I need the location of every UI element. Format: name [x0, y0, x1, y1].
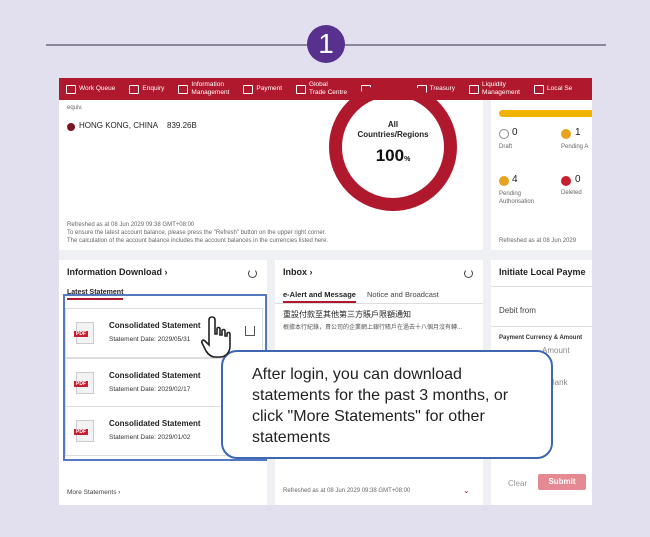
hand-cursor-icon: [200, 316, 231, 358]
pending-auth-icon: [499, 176, 509, 186]
initiate-payment-title: Initiate Local Payme: [499, 267, 586, 277]
nav-information-management[interactable]: Information Management: [171, 78, 236, 100]
inbox-refreshed: Refreshed as at 08 Jun 2029 09:38 GMT+08…: [283, 488, 411, 494]
donut-percent: 100%: [353, 146, 433, 166]
debit-from-field[interactable]: Debit from: [499, 306, 536, 315]
nav-enquiry[interactable]: Enquiry: [122, 78, 171, 100]
deleted-icon: [561, 176, 571, 186]
more-statements-link[interactable]: More Statements ›: [67, 489, 120, 496]
nav-liquidity-management[interactable]: Liquidity Management: [462, 78, 527, 100]
nav-local-services[interactable]: Local Se: [527, 78, 579, 100]
globe-icon: [296, 84, 307, 94]
message-preview: 根據本行紀錄，貴公司的企業網上銀行賬戶在過去十八個月沒有轉...: [283, 325, 463, 331]
building-icon: [534, 84, 544, 94]
pending-icon: [561, 129, 571, 139]
percent-value: 100: [375, 146, 405, 165]
pending-auth-label: Pending Authorisation: [499, 191, 535, 205]
balance-refreshed: Refreshed as at 08 Jun 2029 09:38 GMT+08…: [67, 222, 195, 228]
nav-payment[interactable]: Payment: [236, 78, 289, 100]
nav-label: Information Management: [191, 81, 230, 96]
deleted-count: 0: [575, 174, 581, 185]
tab-divider: [275, 303, 483, 304]
chevron-down-icon[interactable]: ⌄: [463, 486, 470, 495]
percent-suffix: %: [404, 156, 411, 163]
donut-label: All Countries/Regions: [357, 120, 429, 139]
refresh-icon[interactable]: [464, 269, 473, 278]
card-icon: [243, 84, 254, 94]
dollar-icon: [469, 84, 480, 94]
clear-button[interactable]: Clear: [508, 479, 527, 488]
submit-button[interactable]: Submit: [538, 474, 586, 490]
inbox-title[interactable]: Inbox ›: [283, 267, 313, 277]
balance-note-1: To ensure the latest account balance, pl…: [67, 230, 327, 236]
nav-label: Treasury: [429, 85, 456, 92]
draft-label: Draft: [499, 144, 513, 150]
nav-label: Enquiry: [142, 85, 165, 92]
pending-count: 1: [575, 127, 581, 138]
pending-label: Pending A: [561, 144, 589, 150]
folder-icon: [178, 84, 189, 94]
status-progress-bar: [499, 110, 592, 117]
step-badge: 1: [307, 25, 345, 63]
refresh-icon[interactable]: [248, 269, 257, 278]
status-panel: 0 Draft 1 Pending A 4 Pending Authorisat…: [491, 100, 592, 250]
nav-label: Work Queue: [79, 85, 116, 92]
account-balance-panel: equiv. HONG KONG, CHINA 839.26B All Coun…: [59, 83, 483, 250]
draft-count: 0: [512, 127, 518, 138]
nav-label: Local Se: [547, 85, 573, 92]
inbox-icon: [66, 84, 76, 94]
deleted-label: Deleted: [561, 190, 582, 196]
tab-e-alert[interactable]: e-Alert and Message: [283, 290, 356, 303]
nav-label: Global Trade Centre: [309, 81, 348, 96]
information-download-title[interactable]: Information Download ›: [67, 267, 168, 277]
nav-global-trade-centre[interactable]: Global Trade Centre: [289, 78, 354, 100]
main-nav: Work Queue Enquiry Information Managemen…: [59, 78, 592, 100]
tab-notice[interactable]: Notice and Broadcast: [367, 290, 439, 299]
equiv-label: equiv.: [67, 105, 83, 111]
location-dot-icon: [67, 123, 75, 131]
divider: [491, 326, 592, 327]
pending-auth-count: 4: [512, 174, 518, 185]
search-icon: [129, 84, 140, 94]
divider: [491, 286, 592, 287]
balance-note-2: The calculation of the account balance i…: [67, 238, 329, 244]
nav-work-queue[interactable]: Work Queue: [59, 78, 122, 100]
status-refreshed: Refreshed as at 08 Jun 2029: [499, 238, 577, 244]
draft-icon: [499, 129, 509, 139]
instruction-callout: After login, you can download statements…: [221, 350, 553, 459]
currency-amount-label: Payment Currency & Amount: [499, 335, 583, 341]
nav-label: Liquidity Management: [482, 81, 520, 96]
balance-amount: 839.26B: [167, 121, 197, 130]
nav-label: Payment: [256, 85, 283, 92]
message-title[interactable]: 重設付款至其他第三方賬戶限額通知: [283, 309, 411, 320]
location-label: HONG KONG, CHINA: [79, 121, 159, 130]
